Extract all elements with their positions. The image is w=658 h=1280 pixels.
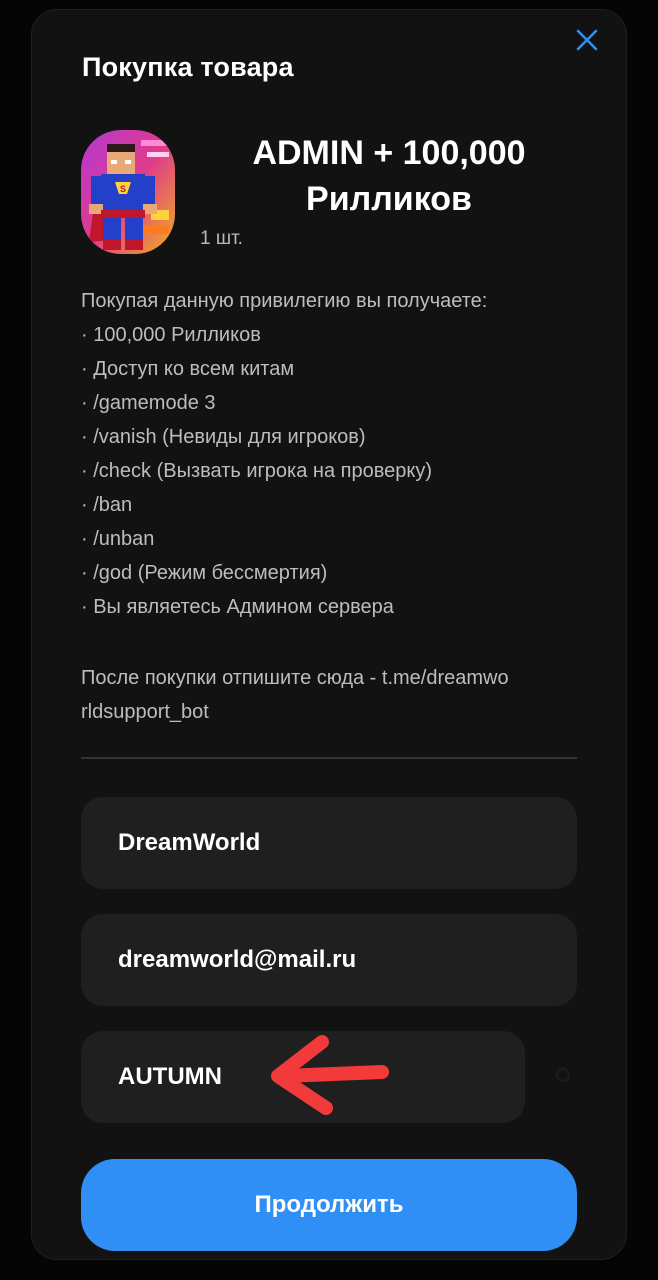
support-note-line: rldsupport_bot bbox=[81, 701, 209, 723]
support-note-line: После покупки отпишите сюда - t.me/dream… bbox=[81, 667, 509, 689]
description-item: · /gamemode 3 bbox=[81, 392, 216, 414]
nickname-field[interactable]: DreamWorld bbox=[81, 797, 577, 889]
description-item: · /vanish (Невиды для игроков) bbox=[81, 426, 366, 448]
page-background: Покупка товара S ADMIN + 100,000 Риллико… bbox=[0, 0, 658, 1280]
email-value: dreamworld@mail.ru bbox=[118, 946, 357, 973]
product-quantity: 1 шт. bbox=[200, 228, 243, 249]
superhero-avatar-icon: S bbox=[81, 130, 175, 254]
close-icon bbox=[576, 29, 598, 51]
support-note: После покупки отпишите сюда - t.me/dream… bbox=[81, 661, 581, 729]
nickname-value: DreamWorld bbox=[118, 829, 261, 856]
product-image: S bbox=[81, 130, 175, 254]
close-button[interactable] bbox=[573, 26, 601, 54]
purchase-modal: Покупка товара S ADMIN + 100,000 Риллико… bbox=[31, 9, 627, 1260]
description-item: · /ban bbox=[81, 494, 133, 516]
description-item: · Вы являетесь Админом сервера bbox=[81, 596, 394, 618]
svg-text:S: S bbox=[120, 184, 126, 194]
promo-code-field[interactable]: AUTUMN bbox=[81, 1031, 525, 1123]
description-intro: Покупая данную привилегию вы получаете: bbox=[81, 290, 488, 312]
description-item: · 100,000 Рилликов bbox=[81, 324, 261, 346]
description-item: · /god (Режим бессмертия) bbox=[81, 562, 328, 584]
continue-button[interactable]: Продолжить bbox=[81, 1159, 577, 1251]
product-name: ADMIN + 100,000 Рилликов bbox=[252, 134, 526, 218]
product-description: Покупая данную привилегию вы получаете: … bbox=[81, 284, 581, 624]
divider bbox=[81, 757, 577, 759]
promo-code-value: AUTUMN bbox=[118, 1063, 222, 1090]
description-item: · /check (Вызвать игрока на проверку) bbox=[81, 460, 433, 482]
email-field[interactable]: dreamworld@mail.ru bbox=[81, 914, 577, 1006]
description-item: · Доступ ко всем китам bbox=[81, 358, 295, 380]
promo-status-dot bbox=[556, 1068, 570, 1082]
description-item: · /unban bbox=[81, 528, 155, 550]
modal-title: Покупка товара bbox=[82, 52, 294, 82]
